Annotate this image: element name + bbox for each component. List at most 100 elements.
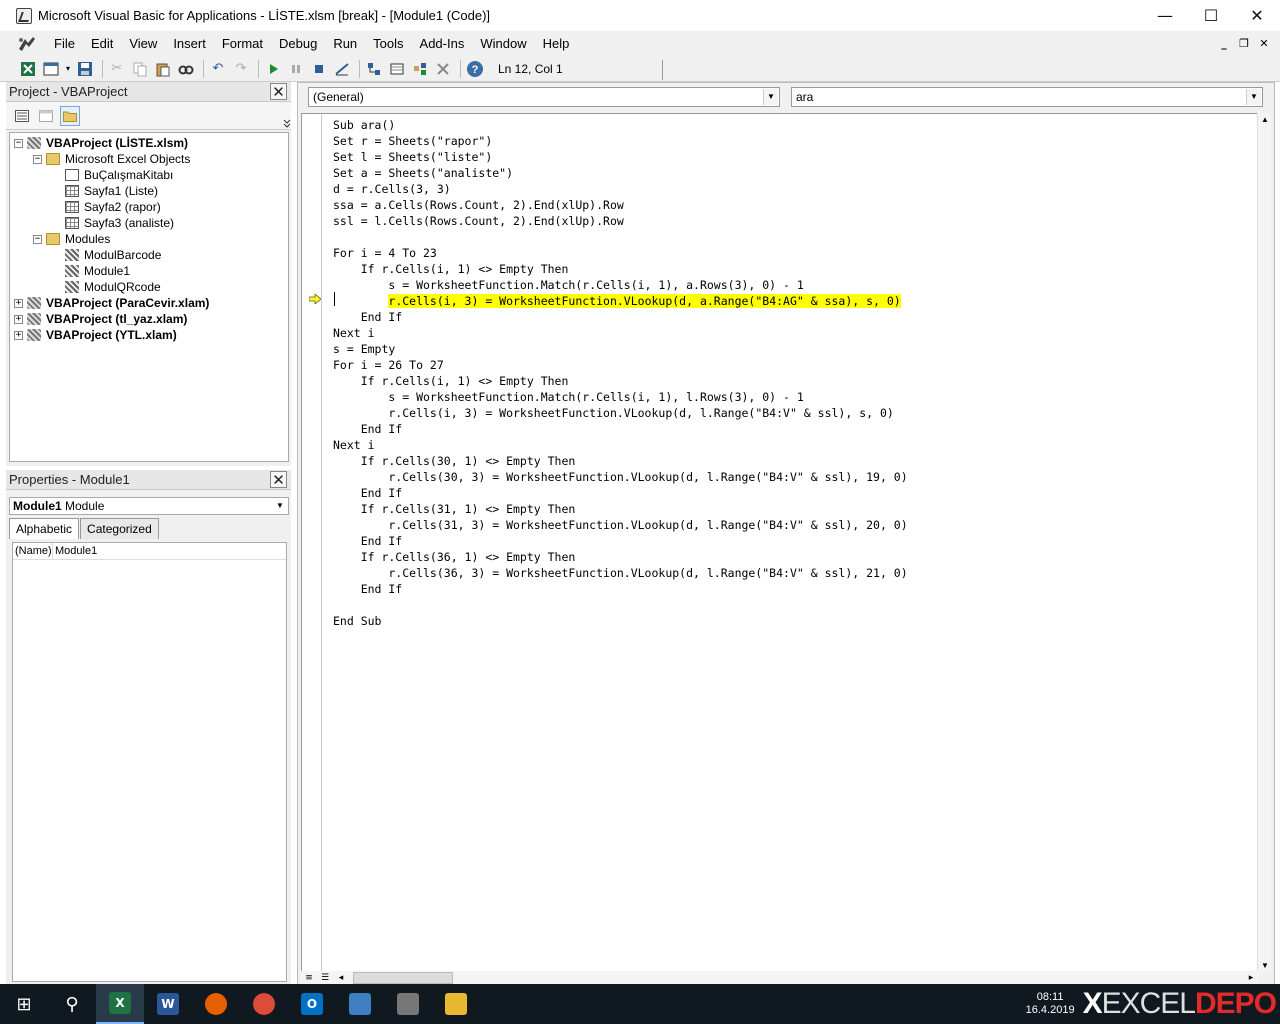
tree-item[interactable]: BuÇalışmaKitabı: [10, 167, 288, 183]
vba-icon[interactable]: [384, 984, 432, 1024]
code-line[interactable]: d = r.Cells(3, 3): [333, 181, 908, 197]
tree-item[interactable]: − VBAProject (LİSTE.xlsm): [10, 135, 288, 151]
paste-icon[interactable]: [153, 59, 173, 79]
procedure-combo[interactable]: ara ▼: [791, 87, 1263, 107]
properties-window-icon[interactable]: [387, 59, 407, 79]
clock[interactable]: 08:11 16.4.2019: [1026, 991, 1075, 1017]
property-value[interactable]: Module1: [53, 543, 97, 559]
mdi-restore-button[interactable]: ❐: [1234, 37, 1254, 50]
chevron-down-icon[interactable]: ▼: [763, 89, 778, 105]
scroll-left-icon[interactable]: ◂: [333, 971, 349, 985]
tree-item[interactable]: − Modules: [10, 231, 288, 247]
tree-item[interactable]: ModulBarcode: [10, 247, 288, 263]
expand-icon[interactable]: +: [14, 298, 23, 308]
redo-icon[interactable]: ↷: [231, 59, 251, 79]
properties-close-button[interactable]: ✕: [270, 471, 287, 489]
view-excel-icon[interactable]: [18, 59, 38, 79]
cut-icon[interactable]: ✂: [107, 59, 127, 79]
project-explorer-icon[interactable]: [364, 59, 384, 79]
expand-icon[interactable]: +: [14, 330, 23, 340]
object-browser-icon[interactable]: [410, 59, 430, 79]
code-line[interactable]: Set r = Sheets("rapor"): [333, 133, 908, 149]
code-line[interactable]: s = Empty: [333, 341, 908, 357]
toolbar-grip[interactable]: [662, 60, 670, 80]
view-object-icon[interactable]: [36, 106, 56, 126]
mdi-close-button[interactable]: ✕: [1254, 37, 1274, 50]
tree-item[interactable]: ModulQRcode: [10, 279, 288, 295]
code-line[interactable]: r.Cells(30, 3) = WorksheetFunction.VLook…: [333, 469, 907, 485]
breakpoint-margin[interactable]: [302, 114, 322, 972]
code-line[interactable]: r.Cells(i, 3) = WorksheetFunction.VLooku…: [333, 293, 908, 309]
vertical-scrollbar[interactable]: ▲ ▼: [1257, 113, 1271, 973]
menu-window[interactable]: Window: [472, 31, 534, 56]
tree-item[interactable]: Module1: [10, 263, 288, 279]
tree-item[interactable]: + VBAProject (YTL.xlam): [10, 327, 288, 343]
code-line[interactable]: End If: [333, 533, 908, 549]
code-line[interactable]: ssl = l.Cells(Rows.Count, 2).End(xlUp).R…: [333, 213, 908, 229]
menu-view[interactable]: View: [121, 31, 165, 56]
code-line[interactable]: If r.Cells(36, 1) <> Empty Then: [333, 549, 908, 565]
code-line[interactable]: If r.Cells(30, 1) <> Empty Then: [333, 453, 908, 469]
menu-file[interactable]: File: [46, 31, 83, 56]
code-line[interactable]: r.Cells(36, 3) = WorksheetFunction.VLook…: [333, 565, 907, 581]
code-line[interactable]: End If: [333, 309, 908, 325]
code-line[interactable]: If r.Cells(i, 1) <> Empty Then: [333, 373, 908, 389]
break-icon[interactable]: [286, 59, 306, 79]
word-icon[interactable]: W: [144, 984, 192, 1024]
tab-categorized[interactable]: Categorized: [80, 518, 159, 539]
menu-run[interactable]: Run: [325, 31, 365, 56]
tree-item[interactable]: + VBAProject (ParaCevir.xlam): [10, 295, 288, 311]
app-icon[interactable]: [336, 984, 384, 1024]
insert-userform-icon[interactable]: [41, 59, 61, 79]
start-icon[interactable]: ⊞: [0, 984, 48, 1024]
tree-item[interactable]: − Microsoft Excel Objects: [10, 151, 288, 167]
code-line[interactable]: [333, 597, 908, 613]
undo-icon[interactable]: ↶: [208, 59, 228, 79]
menu-add-ins[interactable]: Add-Ins: [412, 31, 473, 56]
code-line[interactable]: s = WorksheetFunction.Match(r.Cells(i, 1…: [333, 389, 908, 405]
code-line[interactable]: End Sub: [333, 613, 908, 629]
view-code-icon[interactable]: [12, 106, 32, 126]
code-line[interactable]: Set a = Sheets("analiste"): [333, 165, 908, 181]
code-line[interactable]: ssa = a.Cells(Rows.Count, 2).End(xlUp).R…: [333, 197, 908, 213]
tree-item[interactable]: Sayfa1 (Liste): [10, 183, 288, 199]
object-select[interactable]: Module1 Module ▼: [9, 497, 289, 515]
menu-debug[interactable]: Debug: [271, 31, 325, 56]
scroll-thumb[interactable]: [353, 972, 453, 984]
project-toolbar-overflow[interactable]: [283, 102, 291, 130]
code-line[interactable]: End If: [333, 485, 908, 501]
code-line[interactable]: r.Cells(i, 3) = WorksheetFunction.VLooku…: [333, 405, 908, 421]
scroll-right-icon[interactable]: ▸: [1243, 971, 1259, 985]
close-button[interactable]: ✕: [1234, 0, 1280, 31]
full-module-view-icon[interactable]: ☰: [317, 971, 333, 985]
save-icon[interactable]: [75, 59, 95, 79]
mdi-minimize-button[interactable]: _: [1214, 37, 1234, 50]
copy-icon[interactable]: [130, 59, 150, 79]
property-row[interactable]: (Name) Module1: [13, 543, 286, 560]
explorer-icon[interactable]: [432, 984, 480, 1024]
code-line[interactable]: [333, 229, 908, 245]
find-icon[interactable]: [176, 59, 196, 79]
collapse-icon[interactable]: −: [33, 154, 42, 164]
search-icon[interactable]: ⚲: [48, 984, 96, 1024]
expand-icon[interactable]: +: [14, 314, 23, 324]
minimize-button[interactable]: —: [1142, 0, 1188, 31]
scroll-down-icon[interactable]: ▼: [1258, 959, 1272, 973]
tab-alphabetic[interactable]: Alphabetic: [9, 518, 80, 539]
tree-item[interactable]: + VBAProject (tl_yaz.xlam): [10, 311, 288, 327]
menu-format[interactable]: Format: [214, 31, 271, 56]
project-close-button[interactable]: ✕: [270, 83, 287, 101]
menu-tools[interactable]: Tools: [365, 31, 411, 56]
toolbox-icon[interactable]: [433, 59, 453, 79]
code-line[interactable]: For i = 26 To 27: [333, 357, 908, 373]
reset-icon[interactable]: [309, 59, 329, 79]
scroll-up-icon[interactable]: ▲: [1258, 113, 1272, 127]
collapse-icon[interactable]: −: [33, 234, 42, 244]
toggle-folders-icon[interactable]: [60, 105, 80, 126]
collapse-icon[interactable]: −: [14, 138, 23, 148]
object-combo[interactable]: (General) ▼: [308, 87, 780, 107]
code-line[interactable]: For i = 4 To 23: [333, 245, 908, 261]
design-mode-icon[interactable]: [332, 59, 352, 79]
tree-item[interactable]: Sayfa2 (rapor): [10, 199, 288, 215]
vba-menu-icon[interactable]: [16, 35, 38, 53]
